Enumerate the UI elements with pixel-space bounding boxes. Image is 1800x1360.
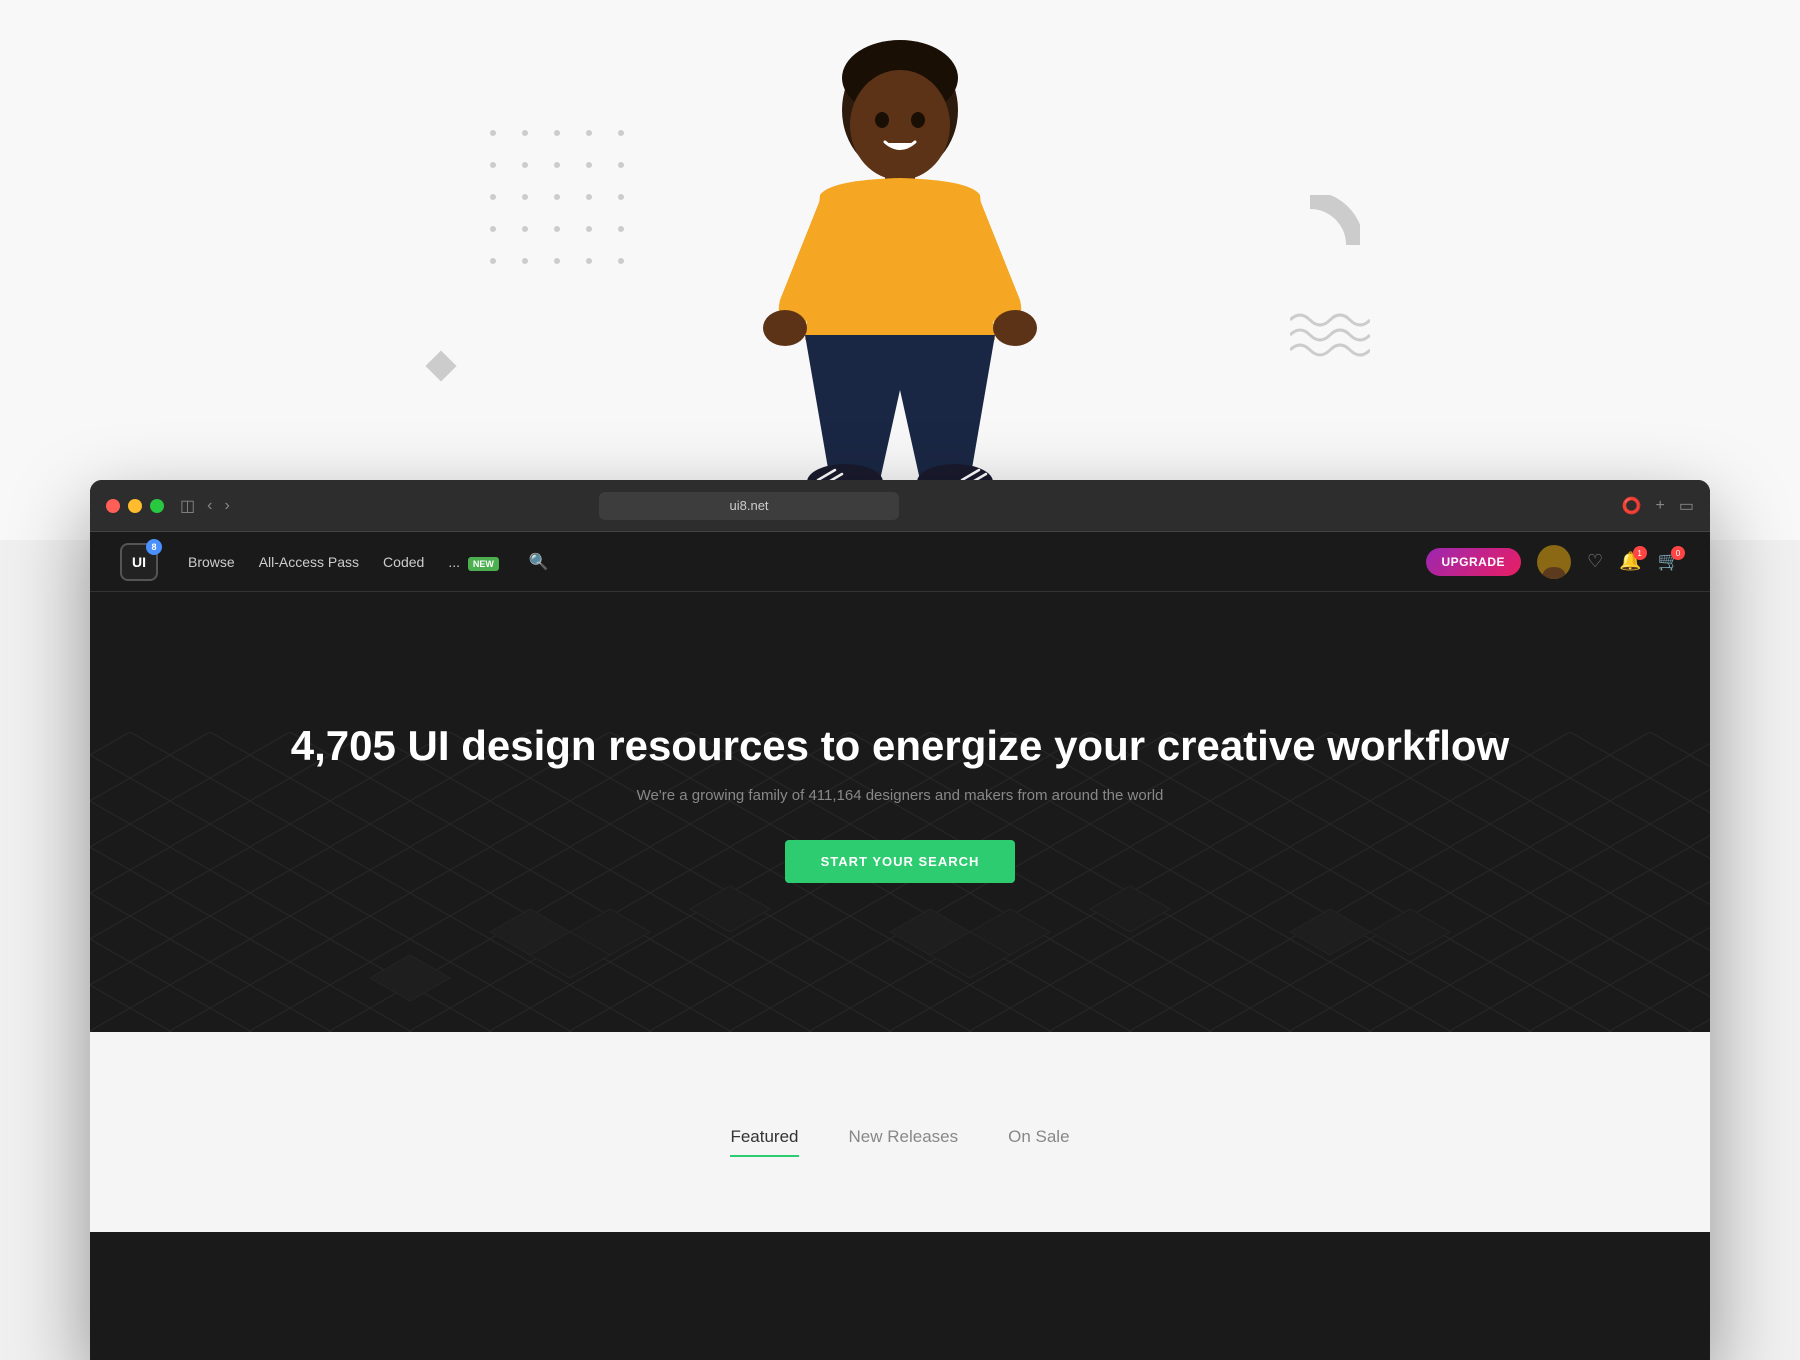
avatar[interactable] [1537,545,1571,579]
url-text: ui8.net [730,498,769,513]
traffic-lights [106,499,164,513]
hero-title: 4,705 UI design resources to energize yo… [291,721,1509,771]
browser-chrome: ◫ ‹ › ui8.net ⭕ + ▭ [90,480,1710,532]
new-badge: NEW [468,557,499,571]
heart-icon: ♡ [1587,551,1603,571]
new-tab-icon[interactable]: + [1656,497,1665,515]
cart-button[interactable]: 🛒 0 [1658,551,1680,572]
nav-all-access[interactable]: All-Access Pass [259,554,359,570]
site-logo[interactable]: UI 8 [120,543,158,581]
hero-subtitle: We're a growing family of 411,164 design… [291,787,1509,804]
tabs-row: Featured New Releases On Sale [730,1107,1069,1157]
hero-content: 4,705 UI design resources to energize yo… [291,721,1509,883]
tab-featured[interactable]: Featured [730,1127,798,1157]
nav-more-label: ... [448,554,460,570]
sidebar-icon[interactable]: ◫ [180,496,195,516]
site-navbar: UI 8 Browse All-Access Pass Coded ... NE… [90,532,1710,592]
traffic-light-yellow[interactable] [128,499,142,513]
wave-decoration [1290,310,1370,370]
logo-text: UI [132,554,146,570]
tab-new-releases[interactable]: New Releases [849,1127,959,1157]
hero-title-text: UI design resources to energize your cre… [408,722,1510,769]
arc-decoration [1260,195,1360,295]
nav-right-section: UPGRADE ♡ 🔔 1 🛒 0 [1426,545,1681,579]
nav-more[interactable]: ... NEW [448,554,499,570]
bottom-section: Featured New Releases On Sale [90,1032,1710,1232]
duplicate-icon[interactable]: ▭ [1679,496,1694,516]
nav-coded[interactable]: Coded [383,554,424,570]
cart-badge: 0 [1671,546,1685,560]
back-icon[interactable]: ‹ [207,497,212,515]
address-bar[interactable]: ui8.net [599,492,899,520]
search-icon[interactable]: 🔍 [529,552,549,572]
wishlist-button[interactable]: ♡ [1587,551,1603,572]
browser-nav-icons: ◫ ‹ › [180,496,230,516]
start-search-button[interactable]: START YOUR SEARCH [785,840,1016,883]
traffic-light-red[interactable] [106,499,120,513]
traffic-light-green[interactable] [150,499,164,513]
browser-action-icons: ⭕ + ▭ [1622,496,1694,516]
nav-browse[interactable]: Browse [188,554,235,570]
nav-links: Browse All-Access Pass Coded ... NEW [188,554,499,570]
logo-badge: 8 [146,539,162,555]
share-icon[interactable]: ⭕ [1622,496,1642,516]
diamond-decoration [425,350,456,381]
notification-badge: 1 [1633,546,1647,560]
hero-section: 4,705 UI design resources to energize yo… [90,592,1710,1032]
hero-count: 4,705 [291,722,396,769]
character-illustration [710,10,1090,510]
browser-window: ◫ ‹ › ui8.net ⭕ + ▭ UI 8 Browse All-Acce… [90,480,1710,1360]
notifications-button[interactable]: 🔔 1 [1619,551,1641,572]
upgrade-button[interactable]: UPGRADE [1426,548,1522,576]
forward-icon[interactable]: › [224,497,229,515]
bg-illustration [0,0,1800,540]
tab-on-sale[interactable]: On Sale [1008,1127,1069,1157]
dot-grid-decoration [490,130,636,276]
